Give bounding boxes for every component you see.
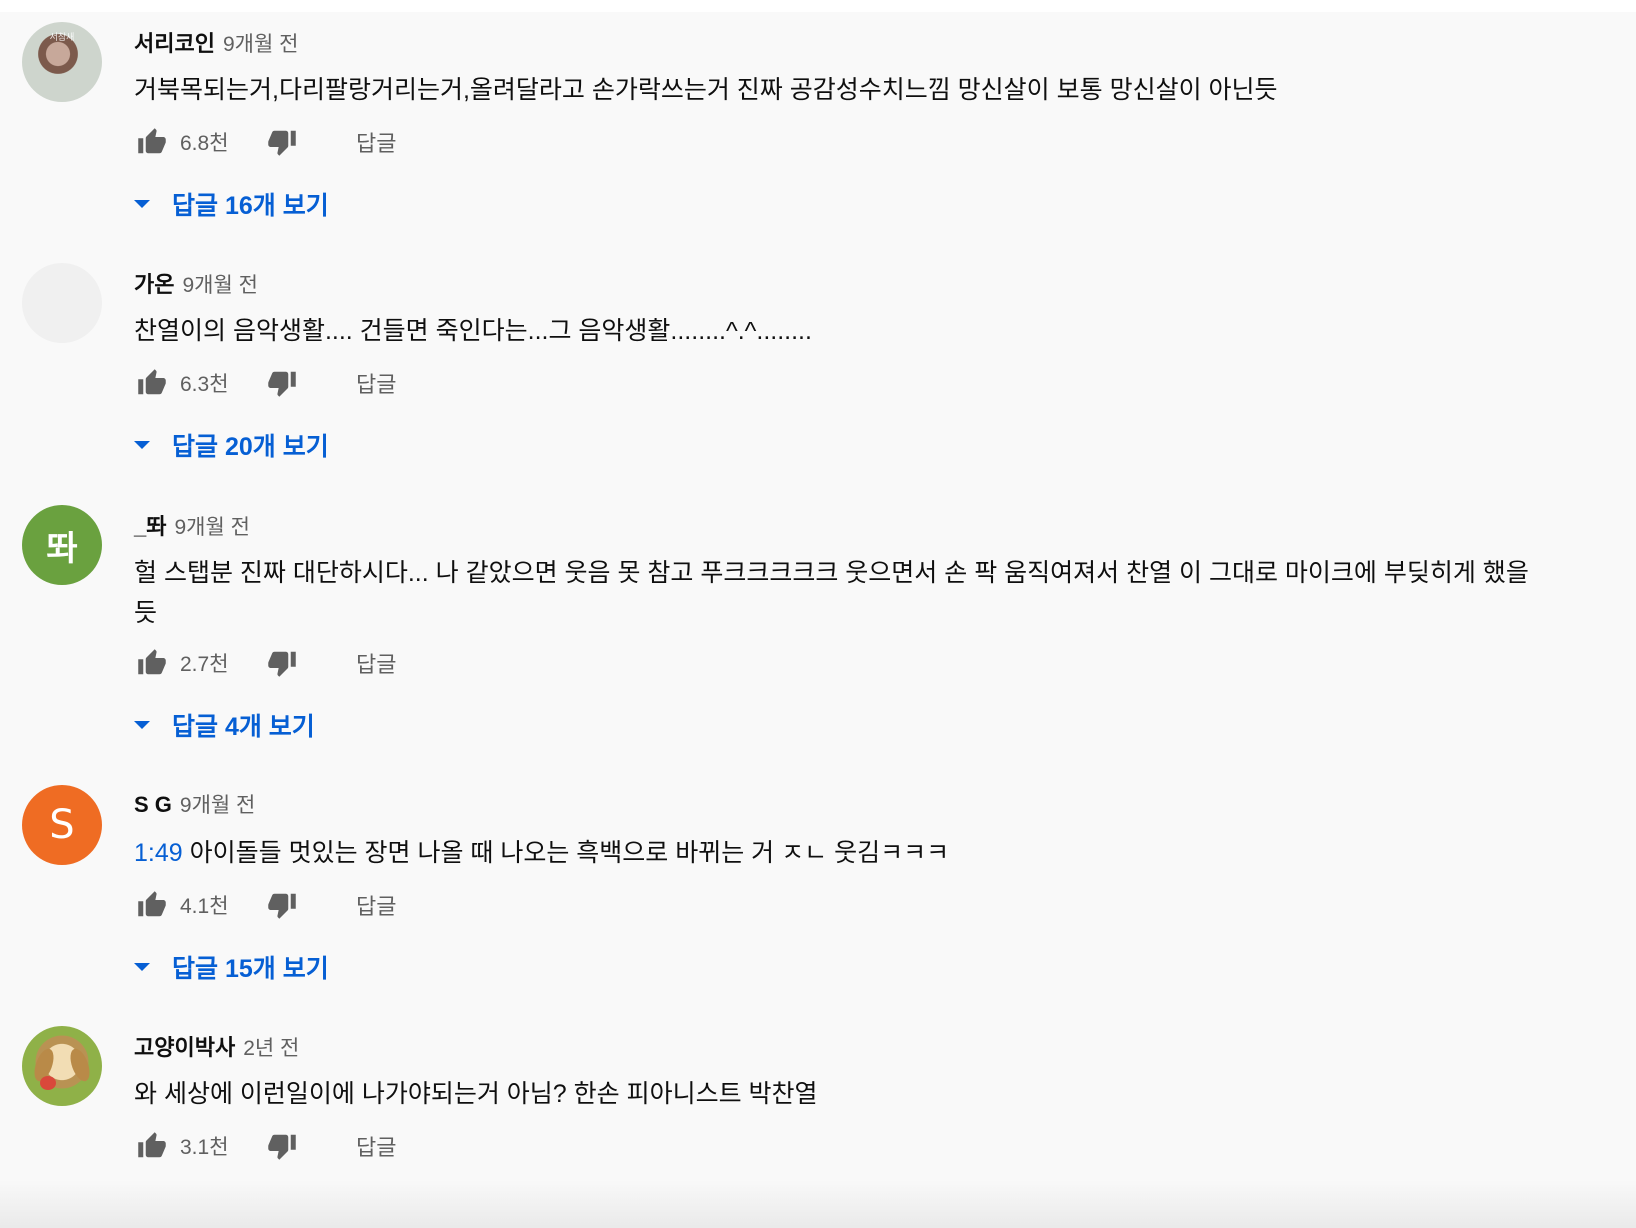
thumb-down-icon bbox=[268, 1134, 296, 1160]
like-button[interactable] bbox=[134, 365, 170, 401]
thumb-up-icon bbox=[138, 128, 166, 154]
dislike-button[interactable] bbox=[264, 645, 300, 681]
thumb-down-icon bbox=[268, 130, 296, 156]
comment-action-bar: 2.7천 답글 bbox=[134, 643, 396, 683]
view-replies-button[interactable]: 답글 4개 보기 bbox=[130, 705, 315, 745]
view-replies-label: 답글 15개 보기 bbox=[172, 955, 329, 983]
dislike-button[interactable] bbox=[264, 124, 300, 160]
comment-author[interactable]: 서리코인 bbox=[134, 26, 215, 58]
like-button[interactable] bbox=[134, 124, 170, 160]
avatar-letter: S bbox=[49, 802, 75, 848]
avatar[interactable]: 똬 bbox=[22, 505, 102, 585]
comment-action-bar: 6.3천 답글 bbox=[134, 363, 396, 403]
comment-author[interactable]: 고양이박사 bbox=[134, 1030, 235, 1062]
comment-header: 고양이박사 2년 전 bbox=[134, 1030, 299, 1062]
reply-button[interactable]: 답글 bbox=[356, 126, 396, 158]
thumb-down-icon bbox=[268, 651, 296, 677]
timestamp-link[interactable]: 1:49 bbox=[134, 839, 183, 867]
like-count: 6.8천 bbox=[180, 132, 229, 155]
caret-down-icon bbox=[130, 955, 154, 979]
comment-header: 가온 9개월 전 bbox=[134, 267, 258, 299]
comment-text-body: 아이돌들 멋있는 장면 나올 때 나오는 흑백으로 바뀌는 거 ㅈㄴ 웃김ㅋㅋㅋ bbox=[182, 839, 950, 867]
like-button[interactable] bbox=[134, 1128, 170, 1164]
comment-time[interactable]: 9개월 전 bbox=[180, 789, 255, 819]
reply-button[interactable]: 답글 bbox=[356, 1130, 396, 1162]
view-replies-button[interactable]: 답글 16개 보기 bbox=[130, 184, 329, 224]
thumb-up-icon bbox=[138, 1132, 166, 1158]
dislike-button[interactable] bbox=[264, 1128, 300, 1164]
view-replies-label: 답글 20개 보기 bbox=[172, 433, 329, 461]
caret-down-icon bbox=[130, 192, 154, 216]
reply-button[interactable]: 답글 bbox=[356, 647, 396, 679]
like-button[interactable] bbox=[134, 645, 170, 681]
comment-text: 찬열이의 음악생활.... 건들면 죽인다는...그 음악생활........^… bbox=[134, 317, 812, 345]
view-replies-button[interactable]: 답글 20개 보기 bbox=[130, 425, 329, 465]
comment-header: S G 9개월 전 bbox=[134, 789, 255, 819]
like-count: 2.7천 bbox=[180, 653, 229, 676]
caret-down-icon bbox=[130, 713, 154, 737]
avatar-label: 서참새 bbox=[49, 33, 75, 43]
comment-text: 거북목되는거,다리팔랑거리는거,올려달라고 손가락쓰는거 진짜 공감성수치느낌 … bbox=[134, 76, 1278, 104]
avatar[interactable] bbox=[22, 263, 102, 343]
comment-author[interactable]: S G bbox=[134, 792, 172, 818]
avatar-ear bbox=[66, 1046, 94, 1084]
comment-header: _똬 9개월 전 bbox=[134, 509, 250, 541]
thumb-up-icon bbox=[138, 891, 166, 917]
like-count: 3.1천 bbox=[180, 1136, 229, 1159]
thumb-up-icon bbox=[138, 649, 166, 675]
comment-action-bar: 6.8천 답글 bbox=[134, 122, 396, 162]
reply-button[interactable]: 답글 bbox=[356, 889, 396, 921]
thumb-up-icon bbox=[138, 369, 166, 395]
view-replies-button[interactable]: 답글 15개 보기 bbox=[130, 947, 329, 987]
comment-author[interactable]: _똬 bbox=[134, 509, 166, 541]
comments-section: 서참새 서리코인 9개월 전 거북목되는거,다리팔랑거리는거,올려달라고 손가락… bbox=[0, 12, 1636, 1228]
comment-action-bar: 4.1천 답글 bbox=[134, 885, 396, 925]
comment-text: 1:49 아이돌들 멋있는 장면 나올 때 나오는 흑백으로 바뀌는 거 ㅈㄴ … bbox=[134, 833, 1534, 873]
thumb-down-icon bbox=[268, 371, 296, 397]
scroll-fade bbox=[0, 1180, 1636, 1228]
caret-down-icon bbox=[130, 433, 154, 457]
avatar[interactable]: 서참새 bbox=[22, 22, 102, 102]
comment-author[interactable]: 가온 bbox=[134, 267, 174, 299]
view-replies-label: 답글 4개 보기 bbox=[172, 713, 315, 741]
dislike-button[interactable] bbox=[264, 365, 300, 401]
like-button[interactable] bbox=[134, 887, 170, 923]
comment-time[interactable]: 9개월 전 bbox=[223, 28, 298, 58]
dislike-button[interactable] bbox=[264, 887, 300, 923]
comment-header: 서리코인 9개월 전 bbox=[134, 26, 298, 58]
avatar-detail bbox=[40, 1076, 56, 1090]
comment-text: 와 세상에 이런일이에 나가야되는거 아님? 한손 피아니스트 박찬열 bbox=[134, 1080, 818, 1108]
comment-text: 헐 스탭분 진짜 대단하시다... 나 같았으면 웃음 못 참고 푸크크크크크 … bbox=[134, 559, 1529, 627]
avatar[interactable]: S bbox=[22, 785, 102, 865]
thumb-down-icon bbox=[268, 893, 296, 919]
reply-button[interactable]: 답글 bbox=[356, 367, 396, 399]
avatar-letter: 똬 bbox=[46, 528, 78, 569]
comment-time[interactable]: 9개월 전 bbox=[182, 269, 257, 299]
view-replies-label: 답글 16개 보기 bbox=[172, 192, 329, 220]
like-count: 6.3천 bbox=[180, 373, 229, 396]
avatar[interactable] bbox=[22, 1026, 102, 1106]
comment-time[interactable]: 9개월 전 bbox=[174, 511, 249, 541]
like-count: 4.1천 bbox=[180, 895, 229, 918]
comment-action-bar: 3.1천 답글 bbox=[134, 1126, 396, 1166]
comment-time[interactable]: 2년 전 bbox=[243, 1032, 299, 1062]
